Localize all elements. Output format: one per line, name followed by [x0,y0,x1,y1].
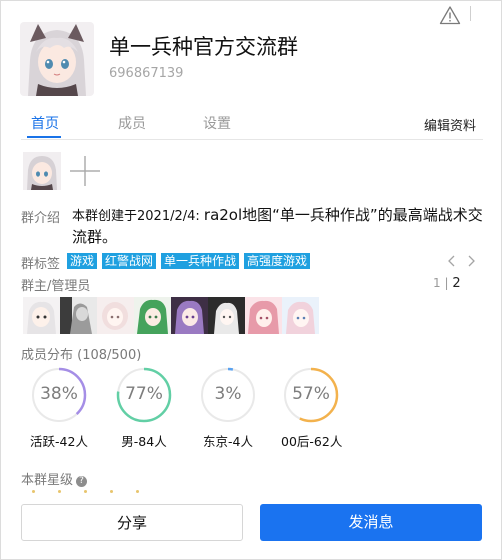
edit-profile-link[interactable]: 编辑资料 [424,115,476,134]
member-avatar[interactable] [23,297,60,334]
admins-page-indicator: 1 | 2 [433,276,461,291]
star-dot [58,490,61,493]
titlebar-divider [470,6,471,21]
tabs-divider [21,139,483,140]
star-dot [84,490,87,493]
admin-avatar-list [23,297,319,334]
donut-percent: 38% [40,384,78,404]
distribution-donut: 3% 东京-4人 [198,365,258,450]
level-label: 本群星级? [21,469,88,488]
group-id: 696867139 [109,66,184,81]
distribution-label: 成员分布 (108/500) [21,348,142,363]
tag-list: 游戏 红警战网 单一兵种作战 高强度游戏 [67,253,311,269]
tab-home[interactable]: 首页 [31,113,59,133]
donut-caption: 活跃-42人 [30,434,88,449]
intro-text: 本群创建于2021/2/4: ra2ol地图“单一兵种作战”的最高端战术交流群。 [72,205,484,249]
tag-item[interactable]: 游戏 [67,253,98,269]
group-avatar[interactable] [20,22,94,96]
star-rating [32,490,139,493]
member-avatar[interactable] [60,297,97,334]
send-message-button[interactable]: 发消息 [260,504,482,541]
star-dot [32,490,35,493]
member-avatar[interactable] [245,297,282,334]
member-avatar[interactable] [134,297,171,334]
donut-caption: 男-84人 [121,434,167,449]
admins-label: 群主/管理员 [21,279,91,294]
member-avatar[interactable] [282,297,319,334]
help-icon[interactable]: ? [76,476,88,487]
tag-item[interactable]: 高强度游戏 [244,253,311,269]
distribution-donut: 77% 男-84人 [114,365,174,450]
tab-members[interactable]: 成员 [118,113,146,133]
group-title: 单一兵种官方交流群 [109,35,298,59]
group-photo-thumbnail[interactable] [23,152,61,190]
group-profile-window: 单一兵种官方交流群 696867139 首页 成员 设置 编辑资料 群介绍 本群… [0,0,502,560]
admins-page-current: 1 [433,276,441,290]
tag-item[interactable]: 红警战网 [102,253,157,269]
donut-caption: 00后-62人 [281,434,343,449]
donut-percent: 77% [125,384,163,404]
tab-settings[interactable]: 设置 [203,113,231,133]
chevron-left-icon[interactable] [445,253,459,269]
member-avatar[interactable] [171,297,208,334]
intro-text-prefix: 本群创建于2021/2/4: [72,209,204,224]
active-tab-indicator [27,136,61,138]
star-dot [110,490,113,493]
distribution-donut: 57% 00后-62人 [281,365,343,450]
member-avatar[interactable] [97,297,134,334]
distribution-donut: 38% 活跃-42人 [29,365,89,450]
intro-label: 群介绍 [21,211,61,226]
admins-page-total: 2 [452,276,461,291]
donut-percent: 3% [214,384,242,404]
distribution-charts: 38% 活跃-42人 77% 男-84人 3% 东京-4人 57% 00后-62人 [25,365,485,455]
warning-icon[interactable] [439,5,461,25]
tag-item[interactable]: 单一兵种作战 [161,253,240,269]
tab-bar: 首页 成员 设置 编辑资料 [1,109,502,139]
chevron-right-icon[interactable] [464,253,478,269]
donut-caption: 东京-4人 [203,434,253,449]
donut-percent: 57% [292,384,330,404]
star-dot [136,490,139,493]
share-button[interactable]: 分享 [21,504,243,541]
tags-label: 群标签 [21,257,61,272]
add-photo-icon[interactable] [67,153,103,189]
level-label-text: 本群星级 [21,473,74,488]
member-avatar[interactable] [208,297,245,334]
